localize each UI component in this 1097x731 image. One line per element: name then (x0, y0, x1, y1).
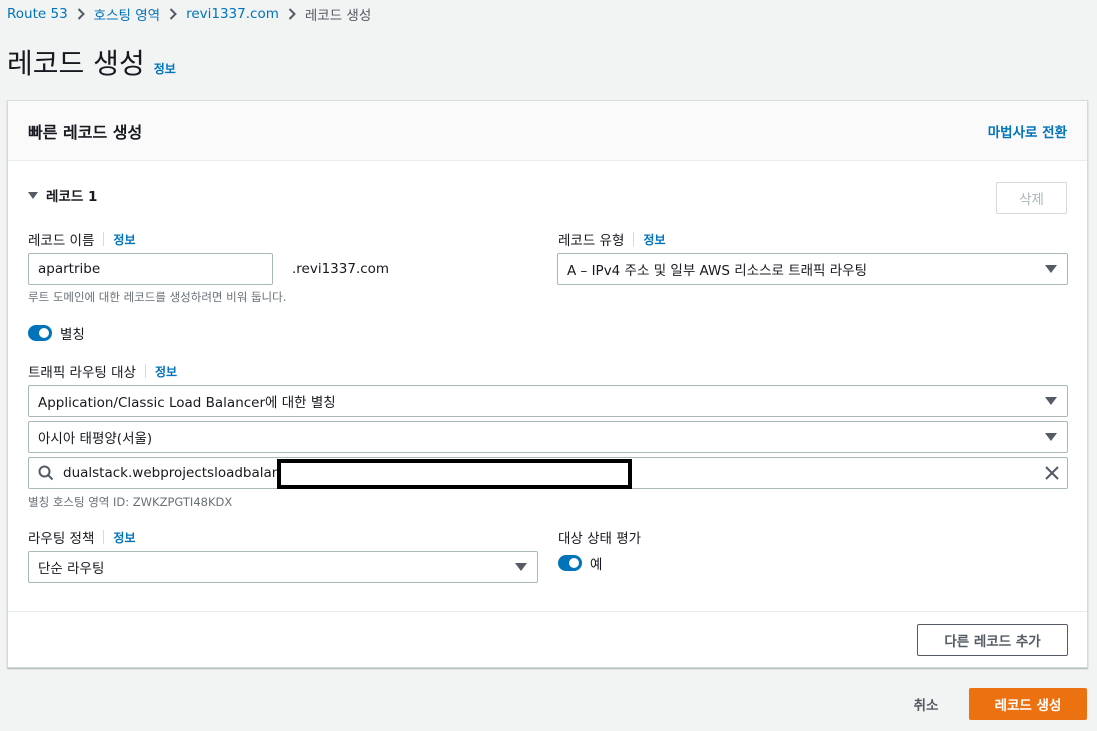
chevron-right-icon (169, 8, 177, 20)
region-value: 아시아 태평양(서울) (38, 431, 153, 447)
delete-record-button[interactable]: 삭제 (996, 182, 1067, 214)
label-divider (103, 530, 105, 544)
health-eval-toggle-label: 예 (590, 557, 603, 573)
route-target-label-text: 트래픽 라우팅 대상 (28, 365, 136, 381)
endpoint-type-value: Application/Classic Load Balancer에 대한 별칭 (38, 395, 336, 411)
switch-to-wizard-link[interactable]: 마법사로 전환 (988, 121, 1067, 141)
add-another-record-button[interactable]: 다른 레코드 추가 (917, 624, 1068, 656)
breadcrumb-current: 레코드 생성 (304, 8, 372, 24)
chevron-right-icon (288, 8, 296, 20)
caret-down-icon (1045, 433, 1057, 441)
triangle-expand-icon (28, 191, 38, 199)
record-name-label-text: 레코드 이름 (28, 233, 95, 249)
route-target-label: 트래픽 라우팅 대상 정보 (28, 361, 177, 381)
caret-down-icon (515, 563, 527, 571)
cancel-button[interactable]: 취소 (898, 688, 954, 720)
record-1-toggle[interactable]: 레코드 1 (28, 185, 97, 205)
label-divider (144, 364, 146, 378)
redaction-box (277, 459, 632, 489)
breadcrumb-hosted-zones[interactable]: 호스팅 영역 (94, 4, 160, 24)
caret-down-icon (1045, 265, 1057, 273)
page-header: 레코드 생성 정보 (7, 42, 176, 82)
breadcrumb-domain[interactable]: revi1337.com (186, 6, 279, 22)
routing-policy-label: 라우팅 정책 정보 (28, 527, 136, 547)
region-select[interactable]: 아시아 태평양(서울) (28, 421, 1068, 453)
page-title: 레코드 생성 (7, 47, 145, 80)
search-icon (38, 465, 54, 481)
health-eval-label: 대상 상태 평가 (558, 531, 642, 547)
alias-label: 별칭 (60, 327, 85, 343)
quick-create-card: 빠른 레코드 생성 마법사로 전환 레코드 1 삭제 레코드 이름 정보 apa… (7, 100, 1088, 668)
route-target-info-link[interactable]: 정보 (155, 363, 177, 380)
label-divider (633, 232, 635, 246)
record-name-hint: 루트 도메인에 대한 레코드를 생성하려면 비워 둡니다. (28, 290, 287, 304)
alias-toggle-row[interactable]: 별칭 (28, 323, 85, 343)
caret-down-icon (1045, 397, 1057, 405)
breadcrumb-route53[interactable]: Route 53 (7, 6, 68, 22)
record-name-input[interactable]: apartribe (28, 253, 273, 285)
card-title: 빠른 레코드 생성 (28, 122, 143, 142)
record-type-select[interactable]: A – IPv4 주소 및 일부 AWS 리소스로 트래픽 라우팅 (557, 253, 1068, 285)
card-header: 빠른 레코드 생성 마법사로 전환 (8, 101, 1087, 161)
create-records-button[interactable]: 레코드 생성 (969, 688, 1087, 720)
record-type-label-text: 레코드 유형 (558, 233, 625, 249)
record-type-info-link[interactable]: 정보 (643, 231, 665, 248)
routing-policy-select[interactable]: 단순 라우팅 (28, 551, 538, 583)
record-name-label: 레코드 이름 정보 (28, 229, 136, 249)
record-1-title: 레코드 1 (46, 189, 98, 205)
endpoint-type-select[interactable]: Application/Classic Load Balancer에 대한 별칭 (28, 385, 1068, 417)
clear-icon[interactable] (1045, 466, 1059, 480)
record-type-label: 레코드 유형 정보 (558, 229, 666, 249)
card-footer-divider (8, 611, 1087, 612)
search-input-wrap: dualstack.webprojectsloadbalance (38, 465, 296, 481)
routing-policy-label-text: 라우팅 정책 (28, 531, 95, 547)
routing-policy-value: 단순 라우팅 (38, 561, 105, 577)
routing-policy-info-link[interactable]: 정보 (113, 529, 135, 546)
alias-toggle[interactable] (28, 325, 52, 341)
health-eval-toggle[interactable] (558, 555, 582, 571)
record-type-value: A – IPv4 주소 및 일부 AWS 리소스로 트래픽 라우팅 (567, 263, 868, 279)
record-name-suffix: .revi1337.com (292, 261, 390, 277)
search-value: dualstack.webprojectsloadbalance (63, 465, 297, 481)
chevron-right-icon (77, 8, 85, 20)
record-name-info-link[interactable]: 정보 (113, 231, 135, 248)
hosted-zone-id-hint: 별칭 호스팅 영역 ID: ZWKZPGTI48KDX (28, 495, 233, 509)
label-divider (103, 232, 105, 246)
breadcrumb: Route 53 호스팅 영역 revi1337.com 레코드 생성 (7, 4, 371, 24)
page-info-link[interactable]: 정보 (154, 60, 176, 77)
health-eval-toggle-row[interactable]: 예 (558, 553, 602, 573)
